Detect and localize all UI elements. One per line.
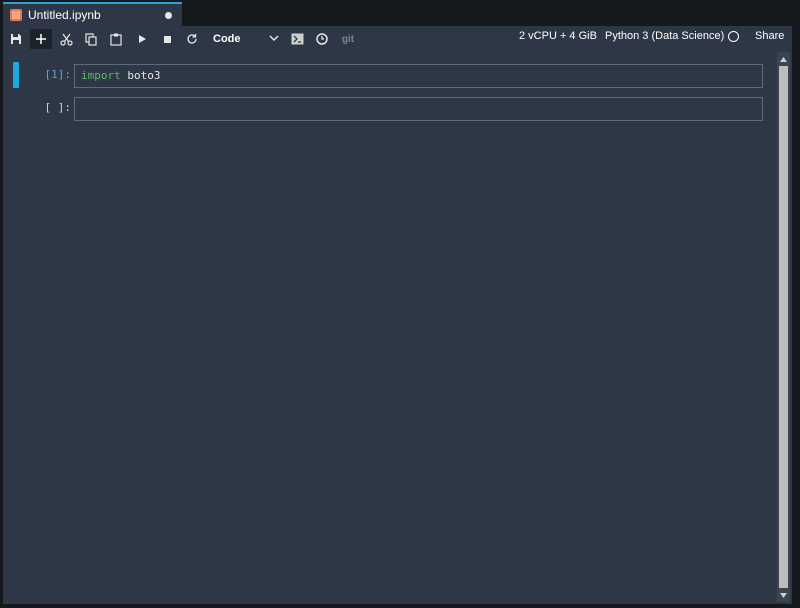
restart-icon [187, 34, 197, 44]
run-icon [139, 35, 146, 43]
vertical-scrollbar[interactable] [777, 52, 790, 602]
save-button[interactable] [5, 29, 27, 49]
scroll-down-icon [780, 592, 787, 598]
unsaved-dot-icon[interactable] [165, 12, 172, 19]
tab-title: Untitled.ipynb [28, 8, 101, 22]
instance-resources[interactable]: 2 vCPU + 4 GiB [519, 30, 597, 42]
notebook-toolbar: Code git 2 vCPU + 4 GiB Python 3 (Data S… [3, 26, 792, 52]
git-icon: git [341, 33, 355, 45]
clock-button[interactable] [311, 29, 333, 49]
cell-type-label: Code [213, 33, 241, 45]
notebook-panel: Code git 2 vCPU + 4 GiB Python 3 (Data S… [3, 26, 792, 604]
save-icon [11, 34, 21, 44]
paste-button[interactable] [105, 29, 127, 49]
scroll-thumb[interactable] [779, 66, 788, 588]
paste-icon [110, 33, 122, 46]
cell-prompt: [ ]: [44, 101, 72, 114]
git-button[interactable]: git [337, 29, 359, 49]
cell-prompt: [1]: [44, 68, 72, 81]
stop-icon [163, 35, 171, 43]
terminal-button[interactable] [286, 29, 308, 49]
add-cell-icon [36, 34, 46, 44]
code-cell[interactable]: [ ]: [3, 97, 767, 121]
clock-icon [316, 33, 328, 45]
copy-icon [85, 32, 97, 46]
tab-bar: Untitled.ipynb [0, 0, 800, 26]
stop-button[interactable] [156, 29, 178, 49]
share-button[interactable]: Share [755, 30, 784, 42]
cut-icon [59, 33, 73, 46]
kernel-status-icon [728, 31, 739, 42]
notebook-icon [10, 9, 22, 21]
cell-editor[interactable]: import boto3 [74, 64, 763, 88]
scroll-up-button[interactable] [777, 52, 790, 66]
copy-button[interactable] [80, 29, 102, 49]
notebook-tab[interactable]: Untitled.ipynb [3, 2, 182, 26]
restart-button[interactable] [181, 29, 203, 49]
cut-button[interactable] [55, 29, 77, 49]
code-text: boto3 [120, 69, 161, 82]
code-cell[interactable]: [1]: import boto3 [3, 62, 767, 88]
terminal-icon [291, 33, 303, 45]
kernel-name[interactable]: Python 3 (Data Science) [605, 30, 724, 42]
scroll-down-button[interactable] [777, 588, 790, 602]
run-button[interactable] [131, 29, 153, 49]
cell-editor[interactable] [74, 97, 763, 121]
code-keyword: import [81, 69, 121, 82]
scroll-up-icon [780, 56, 787, 62]
add-cell-button[interactable] [30, 29, 52, 49]
cell-type-select[interactable]: Code [213, 29, 285, 49]
active-cell-marker [13, 62, 19, 88]
chevron-down-icon [269, 35, 279, 42]
